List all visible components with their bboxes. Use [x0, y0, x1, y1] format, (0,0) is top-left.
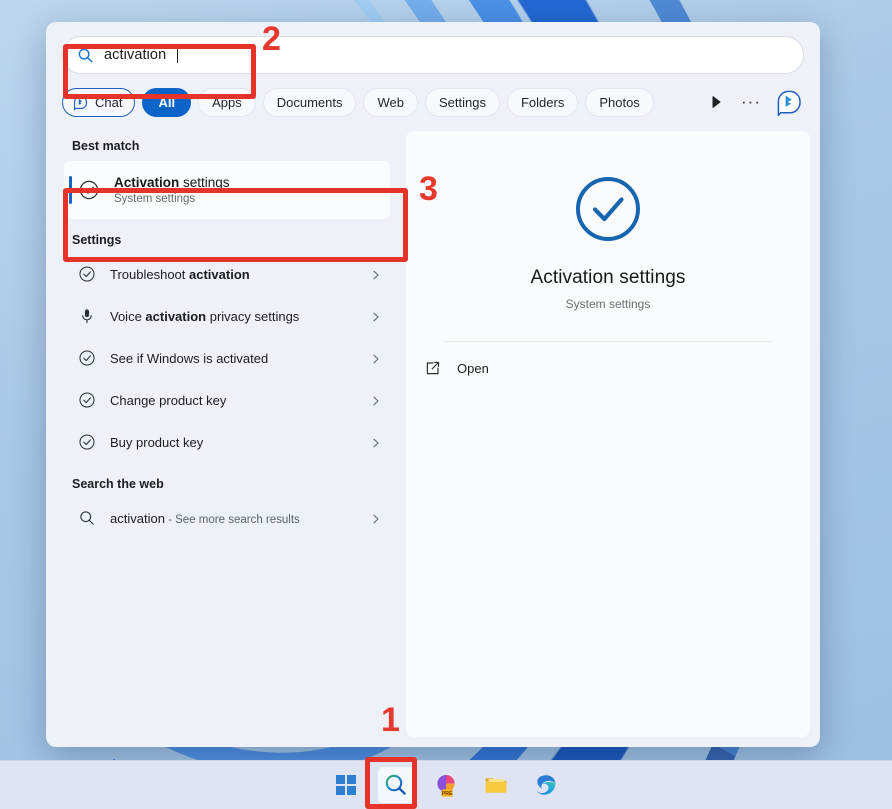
tab-web-label: Web — [377, 94, 404, 110]
preview-subtitle: System settings — [565, 297, 651, 311]
folder-icon — [483, 772, 509, 798]
list-item-label: Change product key — [110, 393, 370, 408]
best-match-title-rest: settings — [179, 174, 230, 190]
list-item-label: Troubleshoot activation — [110, 267, 370, 282]
list-item-label: Voice activation privacy settings — [110, 309, 370, 324]
tab-settings[interactable]: Settings — [424, 87, 500, 117]
open-action-label: Open — [457, 361, 489, 376]
tab-chat-label: Chat — [95, 94, 123, 110]
taskbar-start-button[interactable] — [328, 767, 364, 803]
list-item-label-pre: Voice — [110, 308, 146, 324]
check-circle-icon — [78, 391, 96, 409]
annotation-step-1: 1 — [381, 701, 400, 739]
tab-documents-label: Documents — [276, 94, 343, 110]
tab-folders[interactable]: Folders — [506, 87, 579, 117]
taskbar-search-button[interactable] — [378, 767, 414, 803]
taskbar-powerpoint-button[interactable]: PRE — [428, 767, 464, 803]
tab-all-label: All — [158, 94, 176, 110]
web-search-item[interactable]: activation - See more search results — [64, 497, 390, 539]
tab-photos[interactable]: Photos — [585, 87, 654, 117]
list-item-label-pre: Change product key — [110, 392, 227, 408]
list-item-label-post: privacy settings — [206, 308, 300, 324]
search-icon — [78, 509, 96, 527]
search-panel-header: activation — [46, 22, 820, 74]
list-item-label-pre: See if Windows is activated — [110, 350, 269, 366]
web-search-label: activation - See more search results — [110, 511, 370, 526]
tab-photos-label: Photos — [599, 94, 640, 110]
check-circle-icon — [78, 349, 96, 367]
taskbar: PRE — [0, 760, 892, 809]
search-gradient-icon — [383, 772, 409, 798]
best-match-text: Activation settings System settings — [114, 175, 230, 206]
chevron-right-icon — [370, 268, 382, 280]
check-circle-icon — [78, 179, 100, 201]
chevron-right-icon — [370, 310, 382, 322]
chevron-right-icon — [370, 394, 382, 406]
chevron-right-icon — [370, 352, 382, 364]
list-item-label: Buy product key — [110, 435, 370, 450]
list-item-label-bold: activation — [145, 308, 207, 324]
tab-web[interactable]: Web — [363, 87, 418, 117]
open-action-button[interactable]: Open — [406, 342, 810, 377]
web-search-suffix: - See more search results — [164, 513, 300, 526]
tab-all[interactable]: All — [142, 87, 192, 117]
open-external-icon — [424, 360, 441, 377]
best-match-title-bold: Activation — [114, 174, 180, 190]
text-caret — [177, 47, 179, 63]
chevron-right-icon — [370, 436, 382, 448]
search-panel-body: Best match Activation settings System se… — [46, 129, 820, 747]
check-circle-large-icon — [572, 173, 644, 245]
check-circle-icon — [78, 433, 96, 451]
svg-text:PRE: PRE — [442, 791, 453, 797]
list-item[interactable]: See if Windows is activated — [64, 337, 390, 379]
desktop-screen: activation Chat All Apps Documents Web S… — [0, 0, 892, 809]
tab-chat[interactable]: Chat — [62, 87, 136, 117]
tab-apps-label: Apps — [212, 94, 242, 110]
windows-start-icon — [333, 772, 359, 798]
bing-icon[interactable] — [774, 87, 804, 117]
tab-settings-label: Settings — [438, 94, 486, 110]
microphone-icon — [78, 307, 96, 325]
powerpoint-pre-icon: PRE — [433, 772, 459, 798]
search-results-list: Best match Activation settings System se… — [46, 129, 404, 747]
check-circle-icon — [78, 265, 96, 283]
list-item-label: See if Windows is activated — [110, 351, 370, 366]
list-item[interactable]: Voice activation privacy settings — [64, 295, 390, 337]
edge-icon — [533, 772, 559, 798]
tab-folders-label: Folders — [520, 94, 565, 110]
best-match-title: Activation settings — [114, 175, 230, 192]
search-input[interactable]: activation — [62, 36, 804, 74]
annotation-step-3: 3 — [419, 170, 438, 208]
preview-pane: Activation settings System settings Open — [406, 131, 810, 737]
best-match-subtitle: System settings — [114, 193, 196, 206]
list-item[interactable]: Buy product key — [64, 421, 390, 463]
search-icon — [77, 47, 94, 64]
play-arrow-icon[interactable] — [708, 94, 724, 110]
taskbar-edge-button[interactable] — [528, 767, 564, 803]
best-match-header: Best match — [72, 139, 140, 153]
best-match-item[interactable]: Activation settings System settings — [64, 161, 390, 219]
search-filter-tabs: Chat All Apps Documents Web Settings Fol… — [46, 74, 820, 129]
annotation-step-2: 2 — [262, 20, 281, 58]
tab-documents[interactable]: Documents — [262, 87, 357, 117]
list-item-label-pre: Buy product key — [110, 434, 204, 450]
tab-apps[interactable]: Apps — [198, 87, 256, 117]
list-item-label-bold: activation — [189, 266, 250, 282]
list-item-label-pre: Troubleshoot — [110, 266, 190, 282]
settings-section-header: Settings — [72, 233, 122, 247]
bing-chat-icon — [72, 94, 89, 111]
search-the-web-header: Search the web — [72, 477, 164, 491]
chevron-right-icon — [370, 512, 382, 524]
windows-search-panel: activation Chat All Apps Documents Web S… — [46, 22, 820, 747]
taskbar-file-explorer-button[interactable] — [478, 767, 514, 803]
list-item[interactable]: Change product key — [64, 379, 390, 421]
search-input-value: activation — [104, 47, 167, 63]
preview-title: Activation settings — [530, 267, 686, 288]
list-item[interactable]: Troubleshoot activation — [64, 253, 390, 295]
web-search-term: activation — [110, 510, 165, 526]
preview-content: Activation settings System settings — [406, 131, 810, 342]
more-options-icon[interactable]: ··· — [735, 93, 767, 110]
